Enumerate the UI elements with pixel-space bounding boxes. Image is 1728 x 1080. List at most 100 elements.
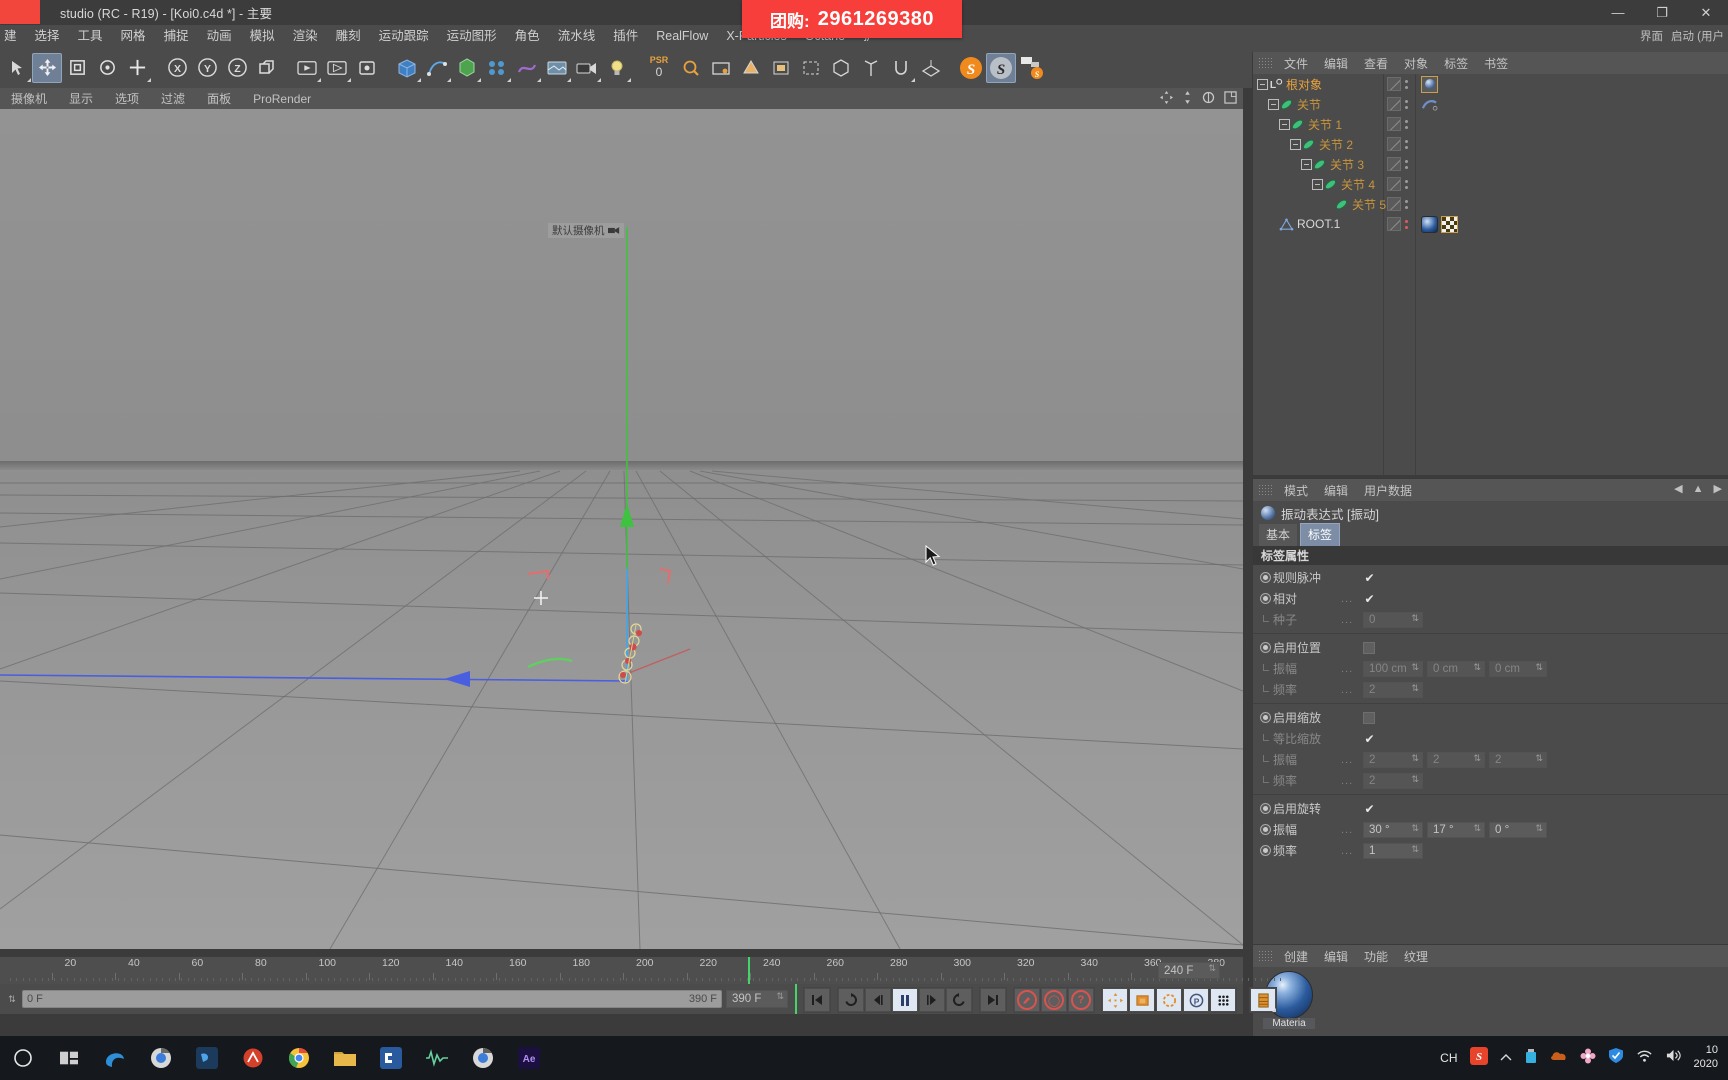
spinner-icon[interactable]: ⇅ — [1535, 662, 1543, 672]
menu-item-12[interactable]: 流水线 — [549, 25, 605, 47]
tag-cell[interactable] — [1421, 194, 1541, 214]
substance-orange-button[interactable]: S — [956, 53, 986, 83]
attribute-number-field[interactable]: 100 cm ⇅ — [1363, 660, 1423, 677]
layer-chip[interactable] — [1387, 217, 1401, 231]
spinner-icon[interactable]: ⇅ — [776, 992, 784, 1001]
expand-collapse-toggle[interactable] — [1301, 158, 1312, 170]
key-parameter-button[interactable]: P — [1183, 988, 1209, 1012]
taskbar-item-chrome-canary[interactable] — [460, 1036, 506, 1080]
move-tool[interactable] — [32, 52, 62, 83]
viewport-layout-icon[interactable] — [1224, 90, 1237, 107]
material-menu-item-0[interactable]: 创建 — [1276, 948, 1316, 965]
edges-mode-button[interactable] — [796, 53, 826, 83]
spinner-icon[interactable]: ⇅ — [1411, 613, 1419, 623]
expand-collapse-toggle[interactable] — [1257, 78, 1268, 90]
menu-item-5[interactable]: 动画 — [198, 25, 241, 47]
onedrive-icon[interactable] — [1550, 1049, 1568, 1067]
attribute-number-field[interactable]: 0 ° ⇅ — [1489, 821, 1547, 838]
attribute-number-field[interactable]: 0 cm ⇅ — [1427, 660, 1485, 677]
tag-cell[interactable] — [1421, 134, 1541, 154]
substance-grey-button[interactable]: S — [986, 52, 1016, 83]
attribute-row[interactable]: 振幅... 100 cm ⇅ 0 cm ⇅ 0 cm ⇅ — [1253, 658, 1728, 679]
attribute-row[interactable]: 等比缩放 ✔ — [1253, 728, 1728, 749]
live-selection-tool[interactable] — [2, 53, 32, 83]
spinner-icon[interactable]: ⇅ — [1535, 823, 1543, 833]
key-scale-button[interactable] — [1129, 988, 1155, 1012]
light-button[interactable] — [602, 53, 632, 83]
menu-item-10[interactable]: 运动图形 — [438, 25, 506, 47]
taskbar-clock[interactable]: 10 2020 — [1694, 1044, 1718, 1072]
wifi-icon[interactable] — [1636, 1049, 1653, 1068]
taskbar-item-ae[interactable]: Ae — [506, 1036, 552, 1080]
timeline-end-field[interactable]: 240 F ⇅ — [1158, 962, 1220, 979]
layer-chip[interactable] — [1387, 197, 1401, 211]
loop-playback-button[interactable] — [838, 988, 864, 1012]
volume-icon[interactable] — [1665, 1048, 1682, 1068]
render-settings-button[interactable] — [352, 53, 382, 83]
render-region-button[interactable] — [322, 53, 352, 83]
maximize-button[interactable]: ❐ — [1640, 0, 1684, 25]
attribute-row[interactable]: 启用位置 — [1253, 637, 1728, 658]
attribute-menu-item-2[interactable]: 用户数据 — [1356, 482, 1420, 499]
go-to-start-button[interactable] — [804, 988, 830, 1012]
viewport-menu-item-1[interactable]: 显示 — [58, 90, 104, 107]
task-view-button[interactable] — [46, 1036, 92, 1080]
start-button[interactable] — [0, 1036, 46, 1080]
menu-item-2[interactable]: 工具 — [69, 25, 112, 47]
add-tool[interactable] — [122, 53, 152, 83]
attribute-row[interactable]: 启用缩放 — [1253, 707, 1728, 728]
texture-tag-icon[interactable] — [1441, 215, 1458, 233]
visibility-dots-icon[interactable] — [1405, 79, 1408, 89]
tag-cell[interactable] — [1421, 114, 1541, 134]
taskbar-item-cinema4d[interactable] — [368, 1036, 414, 1080]
autokeying-button[interactable]: ◯ — [1041, 988, 1067, 1012]
tray-expand-chevron-icon[interactable] — [1500, 1049, 1512, 1067]
attribute-checkbox[interactable]: ✔ — [1363, 592, 1376, 606]
attribute-checkbox[interactable]: ✔ — [1363, 571, 1376, 585]
nav-up-icon[interactable]: ▲ — [1693, 483, 1704, 495]
visibility-dots-icon[interactable] — [1405, 99, 1408, 109]
attribute-number-field[interactable]: 2 ⇅ — [1363, 681, 1423, 698]
axis-modify-button[interactable] — [856, 53, 886, 83]
attribute-checkbox[interactable]: ✔ — [1363, 802, 1376, 816]
taskbar-item-chrome[interactable] — [276, 1036, 322, 1080]
viewport-3d[interactable]: 默认摄像机 帧速 : 392.9 网格间距 : 100 cm — [0, 109, 1243, 949]
key-pla-button[interactable] — [1210, 988, 1236, 1012]
menu-item-6[interactable]: 模拟 — [241, 25, 284, 47]
attribute-row[interactable]: 频率... 1 ⇅ — [1253, 840, 1728, 861]
attribute-number-field[interactable]: 17 ° ⇅ — [1427, 821, 1485, 838]
layer-chip[interactable] — [1387, 177, 1401, 191]
timeline-playhead[interactable] — [748, 957, 750, 985]
key-rotation-button[interactable] — [1156, 988, 1182, 1012]
attribute-row[interactable]: 启用旋转 ✔ — [1253, 798, 1728, 819]
menu-item-4[interactable]: 捕捉 — [155, 25, 198, 47]
spline-pen-button[interactable] — [422, 53, 452, 83]
menu-item-14[interactable]: RealFlow — [647, 25, 717, 47]
attribute-number-field[interactable]: 2 ⇅ — [1363, 751, 1423, 768]
attribute-row[interactable]: 频率... 2 ⇅ — [1253, 770, 1728, 791]
viewport-zoom-icon[interactable] — [1182, 90, 1193, 107]
lock-x-axis-button[interactable]: X — [162, 53, 192, 83]
attribute-row[interactable]: 种子... 0 ⇅ — [1253, 609, 1728, 630]
object-manager-menu-item-3[interactable]: 对象 — [1396, 55, 1436, 72]
spinner-icon[interactable]: ⇅ — [1411, 662, 1419, 672]
attribute-number-field[interactable]: 2 ⇅ — [1363, 772, 1423, 789]
deformer-button[interactable] — [512, 53, 542, 83]
viewport-menu-item-5[interactable]: ProRender — [242, 92, 322, 106]
object-manager-menu-item-5[interactable]: 书签 — [1476, 55, 1516, 72]
animate-radio-icon[interactable] — [1260, 803, 1271, 814]
animate-hook-icon[interactable] — [1260, 775, 1271, 786]
tag-cell[interactable] — [1421, 94, 1541, 114]
object-manager-menu-item-0[interactable]: 文件 — [1276, 55, 1316, 72]
animate-hook-icon[interactable] — [1260, 754, 1271, 765]
viewport-pan-icon[interactable] — [1160, 90, 1173, 107]
drag-handle-dots-icon[interactable] — [1258, 950, 1272, 962]
viewport-menu-item-3[interactable]: 过滤 — [150, 90, 196, 107]
cube-primitive-button[interactable] — [392, 53, 422, 83]
animate-hook-icon[interactable] — [1260, 684, 1271, 695]
skin-tag-icon[interactable] — [1421, 97, 1438, 112]
layer-chip[interactable] — [1387, 137, 1401, 151]
animate-hook-icon[interactable] — [1260, 614, 1271, 625]
spinner-icon[interactable]: ⇅ — [1411, 844, 1419, 854]
viewport-rotate-icon[interactable] — [1202, 91, 1215, 107]
